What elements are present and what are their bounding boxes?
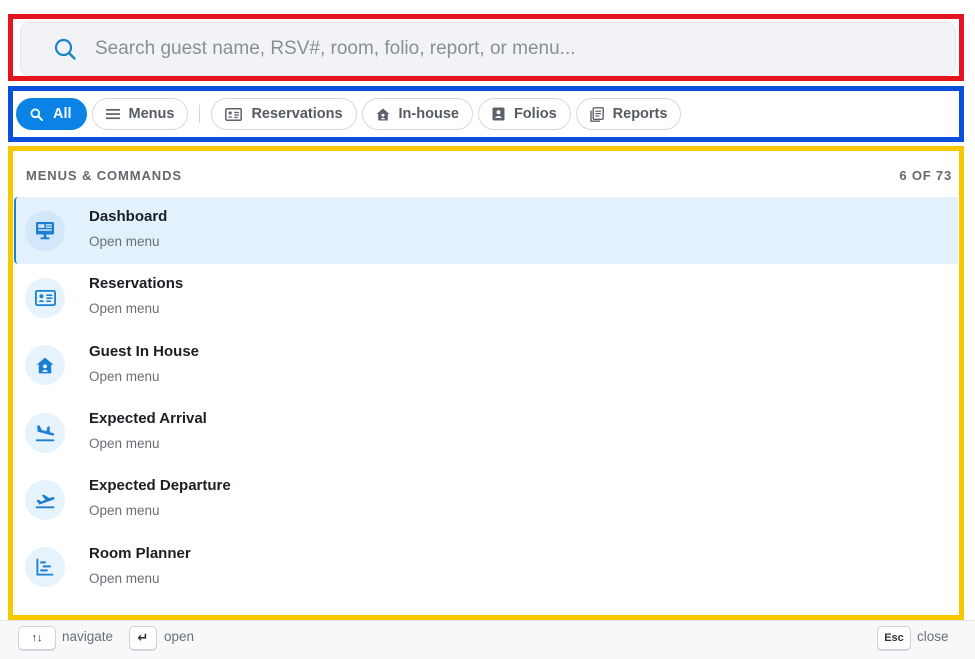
- results-region-highlight: [8, 146, 964, 620]
- navigate-key: ↑↓: [18, 626, 56, 650]
- close-hint: close: [917, 629, 949, 644]
- filter-region-highlight: [8, 86, 964, 142]
- escape-key: Esc: [877, 626, 911, 650]
- open-hint: open: [164, 629, 195, 644]
- navigate-hint: navigate: [62, 629, 114, 644]
- keyboard-hints-footer: ↑↓ navigate ↵ open Esc close: [0, 620, 975, 659]
- enter-key: ↵: [129, 626, 157, 650]
- search-region-highlight: [8, 14, 964, 81]
